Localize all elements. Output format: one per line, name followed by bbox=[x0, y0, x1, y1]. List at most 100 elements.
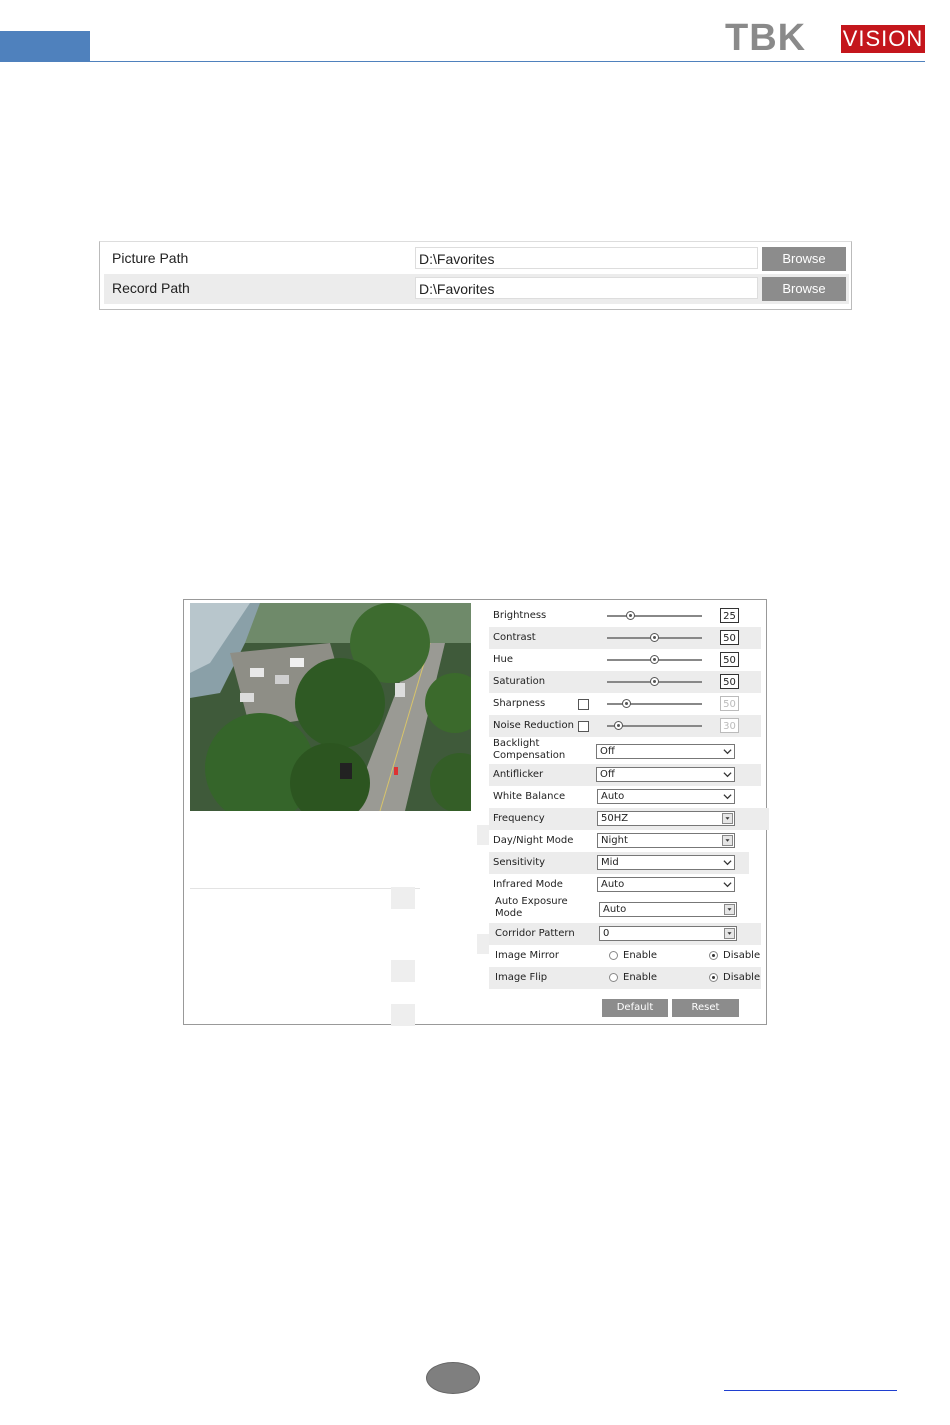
auto-exposure-mode-label: Auto Exposure Mode bbox=[495, 896, 568, 920]
image-mirror-enable-radio[interactable] bbox=[609, 951, 618, 960]
ghost-toolbar-strip bbox=[190, 888, 420, 889]
tbk-vision-logo: TBK VISION bbox=[725, 17, 925, 59]
frequency-select[interactable]: 50HZ bbox=[597, 811, 735, 826]
auto-exposure-label-line1: Auto Exposure bbox=[495, 896, 568, 907]
image-flip-disable-label: Disable bbox=[723, 972, 761, 983]
default-button[interactable]: Default bbox=[602, 999, 668, 1017]
noise-reduction-checkbox[interactable] bbox=[578, 721, 589, 732]
noise-reduction-label: Noise Reduction bbox=[493, 720, 574, 731]
brightness-slider-track[interactable] bbox=[607, 611, 702, 620]
day-night-mode-select[interactable]: Night bbox=[597, 833, 735, 848]
white-balance-value: Auto bbox=[601, 791, 625, 802]
sensitivity-select[interactable]: Mid bbox=[597, 855, 735, 870]
contrast-value[interactable]: 50 bbox=[720, 630, 739, 645]
sensitivity-label: Sensitivity bbox=[493, 857, 546, 868]
backlight-compensation-select[interactable]: Off bbox=[596, 744, 735, 759]
chevron-down-icon bbox=[723, 772, 732, 778]
backlight-label-line2: Compensation bbox=[493, 750, 566, 761]
day-night-mode-label: Day/Night Mode bbox=[493, 835, 574, 846]
image-mirror-enable-label: Enable bbox=[623, 950, 658, 961]
antiflicker-select[interactable]: Off bbox=[596, 767, 735, 782]
sharpness-slider-thumb[interactable] bbox=[622, 699, 631, 708]
sharpness-checkbox[interactable] bbox=[578, 699, 589, 710]
saturation-row: Saturation 50 bbox=[489, 671, 761, 693]
sensitivity-row: Sensitivity Mid bbox=[489, 852, 749, 874]
local-path-settings: Picture Path D:\Favorites Browse Record … bbox=[99, 241, 852, 310]
logo-wordmark: TBK bbox=[725, 17, 807, 59]
record-path-input[interactable]: D:\Favorites bbox=[415, 277, 758, 299]
brightness-row: Brightness 25 bbox=[489, 605, 761, 627]
day-night-mode-value: Night bbox=[601, 835, 628, 846]
image-flip-disable-radio[interactable] bbox=[709, 973, 718, 982]
footer-link-underline[interactable] bbox=[724, 1390, 897, 1391]
noise-reduction-slider-track[interactable] bbox=[607, 721, 702, 730]
image-mirror-label: Image Mirror bbox=[495, 950, 559, 961]
reset-button[interactable]: Reset bbox=[672, 999, 739, 1017]
saturation-label: Saturation bbox=[493, 676, 546, 687]
dropdown-arrow-icon bbox=[722, 813, 733, 824]
hue-slider-thumb[interactable] bbox=[650, 655, 659, 664]
picture-path-label: Picture Path bbox=[112, 250, 189, 266]
contrast-slider-thumb[interactable] bbox=[650, 633, 659, 642]
contrast-label: Contrast bbox=[493, 632, 536, 643]
brightness-slider-thumb[interactable] bbox=[626, 611, 635, 620]
record-path-browse-button[interactable]: Browse bbox=[762, 277, 846, 301]
brightness-value[interactable]: 25 bbox=[720, 608, 739, 623]
chevron-down-icon bbox=[723, 882, 732, 888]
image-mirror-row: Image Mirror Enable Disable bbox=[489, 945, 761, 967]
frequency-value: 50HZ bbox=[601, 813, 629, 824]
image-flip-enable-radio[interactable] bbox=[609, 973, 618, 982]
picture-path-input[interactable]: D:\Favorites bbox=[415, 247, 758, 269]
contrast-row: Contrast 50 bbox=[489, 627, 761, 649]
saturation-slider-thumb[interactable] bbox=[650, 677, 659, 686]
antiflicker-row: Antiflicker Off bbox=[489, 764, 761, 786]
backlight-compensation-value: Off bbox=[600, 746, 615, 757]
hue-value[interactable]: 50 bbox=[720, 652, 739, 667]
sensitivity-value: Mid bbox=[601, 857, 619, 868]
white-balance-select[interactable]: Auto bbox=[597, 789, 735, 804]
sharpness-slider-track[interactable] bbox=[607, 699, 702, 708]
corridor-pattern-select[interactable]: 0 bbox=[599, 926, 737, 941]
hue-row: Hue 50 bbox=[489, 649, 761, 671]
dropdown-arrow-icon bbox=[724, 904, 735, 915]
picture-path-row: Picture Path D:\Favorites Browse bbox=[104, 244, 849, 274]
image-flip-row: Image Flip Enable Disable bbox=[489, 967, 761, 989]
header-accent-block bbox=[0, 31, 90, 61]
camera-scene-image bbox=[190, 603, 471, 811]
logo-badge: VISION bbox=[841, 25, 925, 53]
image-mirror-disable-label: Disable bbox=[723, 950, 761, 961]
chevron-down-icon bbox=[723, 860, 732, 866]
backlight-compensation-row: Backlight Compensation Off bbox=[489, 738, 761, 763]
corridor-pattern-row: Corridor Pattern 0 bbox=[489, 923, 761, 945]
picture-path-browse-button[interactable]: Browse bbox=[762, 247, 846, 271]
dropdown-arrow-icon bbox=[724, 928, 735, 939]
antiflicker-label: Antiflicker bbox=[493, 769, 544, 780]
image-mirror-disable-radio[interactable] bbox=[709, 951, 718, 960]
sharpness-row: Sharpness 50 bbox=[489, 693, 761, 715]
auto-exposure-mode-value: Auto bbox=[603, 904, 627, 915]
frequency-label: Frequency bbox=[493, 813, 545, 824]
contrast-slider-track[interactable] bbox=[607, 633, 702, 642]
record-path-row: Record Path D:\Favorites Browse bbox=[104, 274, 849, 304]
sharpness-value: 50 bbox=[720, 696, 739, 711]
antiflicker-value: Off bbox=[600, 769, 615, 780]
auto-exposure-label-line2: Mode bbox=[495, 908, 523, 919]
saturation-value[interactable]: 50 bbox=[720, 674, 739, 689]
image-settings-panel: Brightness 25 Contrast 50 Hue 50 Saturat… bbox=[183, 599, 769, 1026]
corridor-pattern-label: Corridor Pattern bbox=[495, 928, 575, 939]
infrared-mode-row: Infrared Mode Auto bbox=[489, 874, 761, 896]
ghost-divider bbox=[477, 825, 489, 845]
image-flip-enable-label: Enable bbox=[623, 972, 658, 983]
infrared-mode-select[interactable]: Auto bbox=[597, 877, 735, 892]
white-balance-label: White Balance bbox=[493, 791, 566, 802]
auto-exposure-mode-select[interactable]: Auto bbox=[599, 902, 737, 917]
auto-exposure-mode-row: Auto Exposure Mode Auto bbox=[489, 896, 761, 925]
saturation-slider-track[interactable] bbox=[607, 677, 702, 686]
noise-reduction-slider-thumb[interactable] bbox=[614, 721, 623, 730]
live-video-preview bbox=[190, 603, 471, 811]
white-balance-row: White Balance Auto bbox=[489, 786, 761, 808]
ghost-divider bbox=[477, 934, 489, 954]
frequency-row: Frequency 50HZ bbox=[489, 808, 769, 830]
hue-slider-track[interactable] bbox=[607, 655, 702, 664]
backlight-compensation-label: Backlight Compensation bbox=[493, 738, 565, 762]
